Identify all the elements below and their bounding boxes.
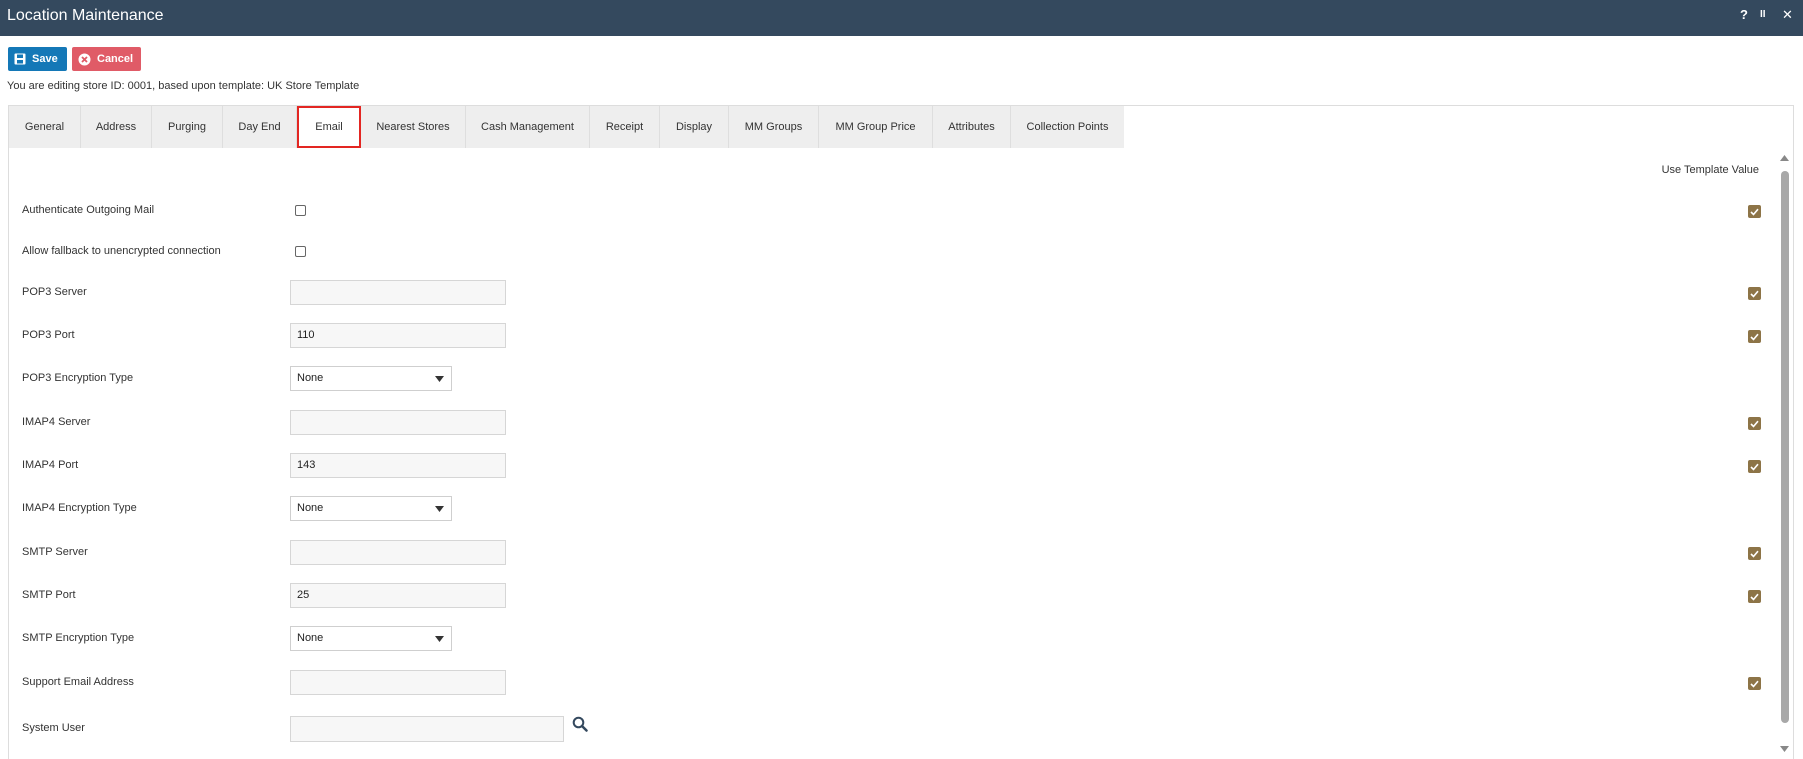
window-title: Location Maintenance bbox=[7, 7, 164, 24]
tab-purging[interactable]: Purging bbox=[152, 106, 223, 148]
field-label: SMTP Server bbox=[22, 546, 88, 558]
pop3-port-input[interactable]: 110 bbox=[290, 323, 506, 348]
imap4-encryption-select[interactable]: None bbox=[290, 496, 452, 521]
field-label: IMAP4 Server bbox=[22, 416, 91, 428]
select-value: None bbox=[297, 632, 324, 644]
tab-mm-group-price[interactable]: MM Group Price bbox=[819, 106, 933, 148]
pop3-server-input[interactable] bbox=[290, 280, 506, 305]
allow-fallback-checkbox[interactable] bbox=[295, 246, 306, 257]
field-row: System User bbox=[9, 714, 1793, 744]
check-icon bbox=[1750, 550, 1759, 558]
tab-cash-management[interactable]: Cash Management bbox=[466, 106, 590, 148]
field-label: Support Email Address bbox=[22, 676, 134, 688]
system-user-input[interactable] bbox=[290, 716, 564, 742]
imap4-server-input[interactable] bbox=[290, 410, 506, 435]
tab-display[interactable]: Display bbox=[660, 106, 729, 148]
use-template-checkbox[interactable] bbox=[1748, 417, 1761, 430]
field-label: Authenticate Outgoing Mail bbox=[22, 204, 155, 216]
floppy-disk-icon bbox=[14, 53, 26, 65]
use-template-checkbox[interactable] bbox=[1748, 460, 1761, 473]
tab-attributes[interactable]: Attributes bbox=[933, 106, 1011, 148]
smtp-encryption-select[interactable]: None bbox=[290, 626, 452, 651]
field-row: IMAP4 Port 143 bbox=[9, 451, 1793, 481]
use-template-value-header: Use Template Value bbox=[1661, 164, 1759, 176]
check-icon bbox=[1750, 420, 1759, 428]
select-value: None bbox=[297, 372, 324, 384]
save-button[interactable]: Save bbox=[8, 47, 67, 71]
caret-down-icon bbox=[435, 506, 444, 512]
field-label: Allow fallback to unencrypted connection bbox=[22, 245, 221, 257]
smtp-port-input[interactable]: 25 bbox=[290, 583, 506, 608]
tab-nearest-stores[interactable]: Nearest Stores bbox=[361, 106, 466, 148]
vertical-scrollbar[interactable] bbox=[1778, 151, 1790, 757]
scroll-up-icon[interactable] bbox=[1780, 155, 1789, 161]
use-template-checkbox[interactable] bbox=[1748, 330, 1761, 343]
pop3-encryption-select[interactable]: None bbox=[290, 366, 452, 391]
tab-general[interactable]: General bbox=[9, 106, 81, 148]
check-icon bbox=[1750, 333, 1759, 341]
field-row: Allow fallback to unencrypted connection bbox=[9, 237, 1793, 267]
tab-address[interactable]: Address bbox=[81, 106, 152, 148]
field-row: POP3 Server bbox=[9, 278, 1793, 308]
cancel-button-label: Cancel bbox=[97, 53, 134, 65]
caret-down-icon bbox=[435, 636, 444, 642]
caret-down-icon bbox=[435, 376, 444, 382]
field-row: IMAP4 Server bbox=[9, 408, 1793, 438]
field-row: IMAP4 Encryption Type None bbox=[9, 494, 1793, 524]
use-template-checkbox[interactable] bbox=[1748, 547, 1761, 560]
use-template-checkbox[interactable] bbox=[1748, 205, 1761, 218]
field-label: POP3 Encryption Type bbox=[22, 372, 134, 384]
authenticate-outgoing-mail-checkbox[interactable] bbox=[295, 205, 306, 216]
check-icon bbox=[1750, 463, 1759, 471]
field-label: POP3 Server bbox=[22, 286, 87, 298]
use-template-checkbox[interactable] bbox=[1748, 677, 1761, 690]
use-template-checkbox[interactable] bbox=[1748, 590, 1761, 603]
tab-email[interactable]: Email bbox=[297, 106, 361, 148]
x-circle-icon bbox=[78, 53, 91, 66]
field-row: POP3 Encryption Type None bbox=[9, 364, 1793, 394]
tab-receipt[interactable]: Receipt bbox=[590, 106, 660, 148]
pause-icon[interactable]: II bbox=[1760, 9, 1766, 20]
settings-panel: General Address Purging Day End Email Ne… bbox=[8, 105, 1794, 759]
smtp-server-input[interactable] bbox=[290, 540, 506, 565]
search-icon[interactable] bbox=[572, 716, 588, 735]
field-label: IMAP4 Port bbox=[22, 459, 79, 471]
close-icon[interactable]: ✕ bbox=[1782, 7, 1793, 23]
field-row: POP3 Port 110 bbox=[9, 321, 1793, 351]
use-template-checkbox[interactable] bbox=[1748, 287, 1761, 300]
field-row: SMTP Server bbox=[9, 538, 1793, 568]
tab-day-end[interactable]: Day End bbox=[223, 106, 297, 148]
tab-bar: General Address Purging Day End Email Ne… bbox=[9, 106, 1124, 148]
tab-collection-points[interactable]: Collection Points bbox=[1011, 106, 1124, 148]
imap4-port-input[interactable]: 143 bbox=[290, 453, 506, 478]
help-icon[interactable]: ? bbox=[1740, 7, 1748, 22]
field-label: SMTP Port bbox=[22, 589, 76, 601]
editing-info: You are editing store ID: 0001, based up… bbox=[7, 80, 360, 92]
field-label: POP3 Port bbox=[22, 329, 75, 341]
select-value: None bbox=[297, 502, 324, 514]
scroll-down-icon[interactable] bbox=[1780, 746, 1789, 752]
save-button-label: Save bbox=[32, 53, 58, 65]
check-icon bbox=[1750, 208, 1759, 216]
field-row: Support Email Address bbox=[9, 668, 1793, 698]
field-row: SMTP Encryption Type None bbox=[9, 624, 1793, 654]
title-bar: Location Maintenance ? II ✕ bbox=[0, 0, 1803, 36]
scrollbar-thumb[interactable] bbox=[1781, 171, 1789, 723]
field-label: SMTP Encryption Type bbox=[22, 632, 135, 644]
field-label: System User bbox=[22, 722, 85, 734]
field-row: SMTP Port 25 bbox=[9, 581, 1793, 611]
tab-mm-groups[interactable]: MM Groups bbox=[729, 106, 819, 148]
support-email-input[interactable] bbox=[290, 670, 506, 695]
cancel-button[interactable]: Cancel bbox=[72, 47, 141, 71]
field-label: IMAP4 Encryption Type bbox=[22, 502, 137, 514]
check-icon bbox=[1750, 290, 1759, 298]
check-icon bbox=[1750, 680, 1759, 688]
field-row: Authenticate Outgoing Mail bbox=[9, 196, 1793, 226]
check-icon bbox=[1750, 593, 1759, 601]
